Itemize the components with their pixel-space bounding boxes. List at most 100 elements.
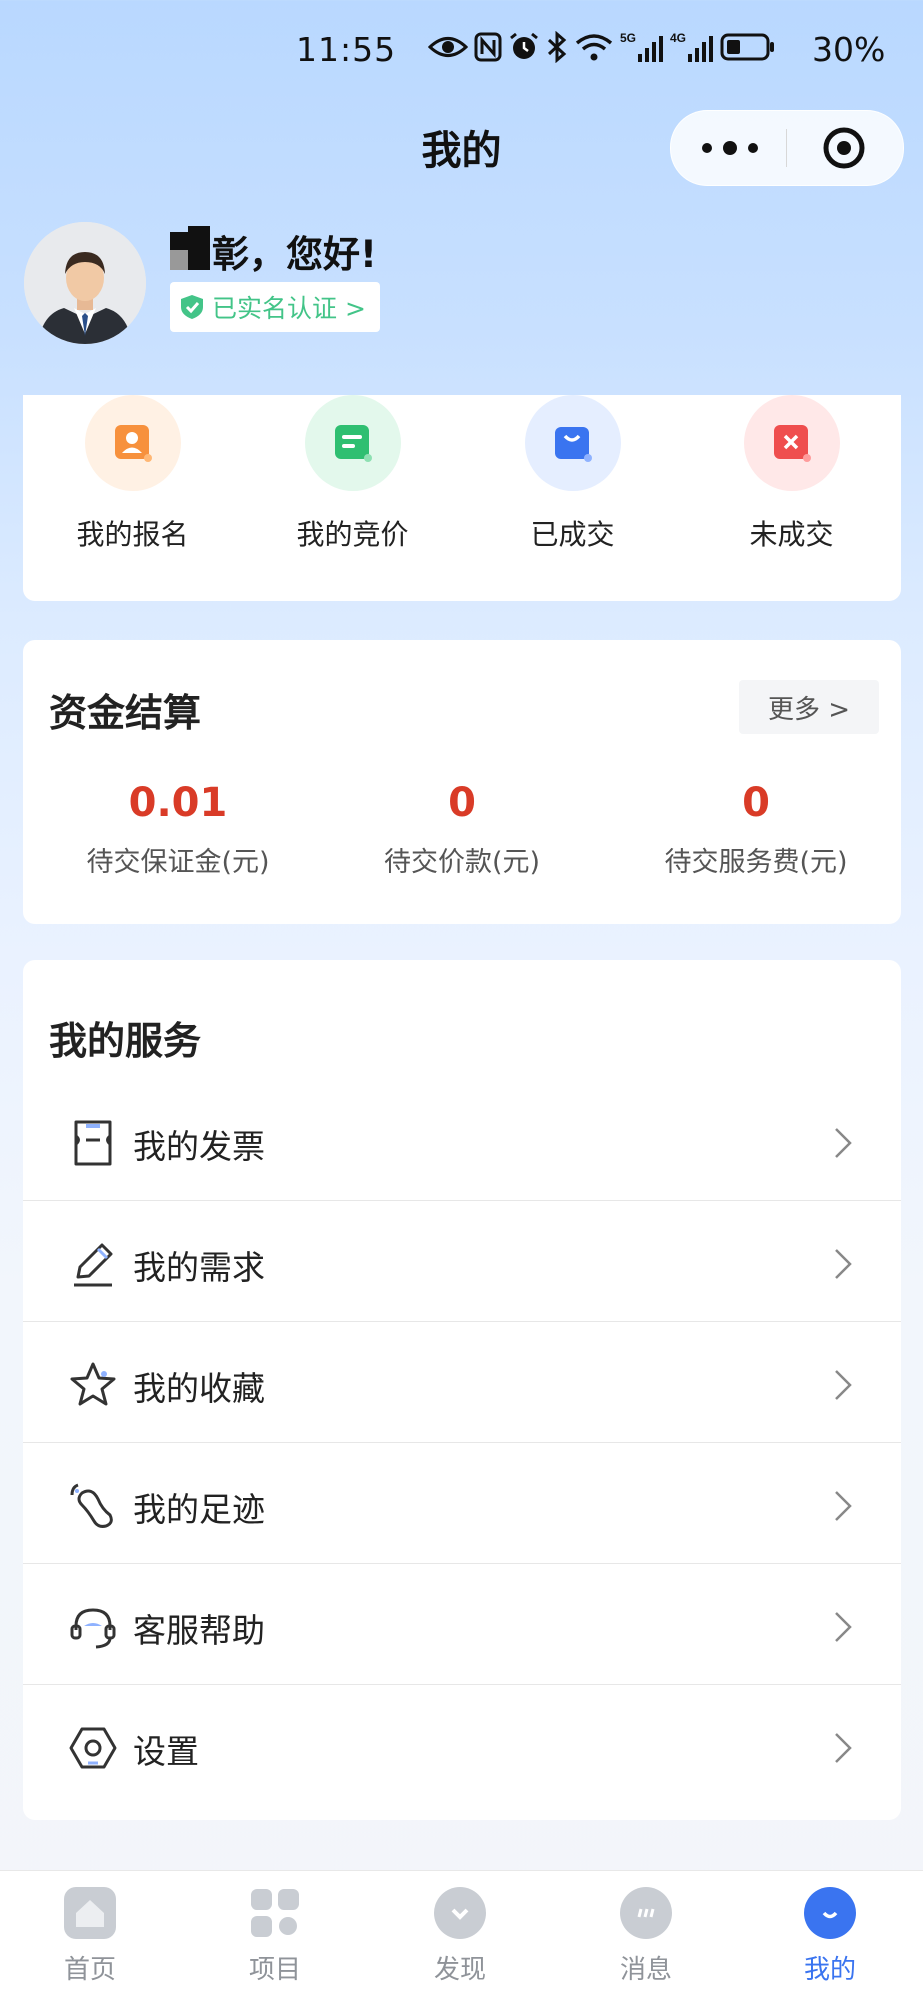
service-item-demand[interactable]: 我的需求: [23, 1201, 901, 1322]
discover-glyph: [451, 1908, 469, 1920]
tab-label: 发现: [433, 1955, 486, 1985]
signal-4g-icon: 4G: [670, 31, 713, 62]
discover-icon: [434, 1887, 486, 1939]
avatar[interactable]: [24, 222, 146, 344]
quick-deal-done[interactable]: 已成交: [463, 395, 682, 553]
tab-messages[interactable]: 消息: [586, 1887, 706, 1986]
deal-failed-icon: [773, 425, 811, 462]
alarm-icon: [510, 32, 538, 59]
signal-5g-icon: 5G: [620, 31, 663, 62]
quick-deal-failed[interactable]: 未成交: [682, 395, 901, 553]
service-label: 我的足迹: [133, 1490, 265, 1529]
more-menu-button[interactable]: [702, 135, 758, 161]
tab-projects[interactable]: 项目: [215, 1887, 335, 1986]
chevron-right-icon: [835, 1612, 852, 1642]
fund-value: 0.01: [128, 780, 228, 826]
chevron-right-icon: [835, 1733, 852, 1763]
deal-failed-icon-wrap: [743, 395, 840, 491]
quick-label: 未成交: [749, 518, 834, 551]
projects-icon: [249, 1887, 301, 1939]
dot-icon: [702, 143, 712, 153]
status-time: 11:55: [296, 30, 397, 69]
verified-shield-icon: [181, 295, 203, 319]
settings-icon: [69, 1727, 117, 1769]
profile-icon: [804, 1887, 856, 1939]
projects-glyph: [251, 1889, 299, 1937]
funds-more-button[interactable]: 更多 >: [739, 680, 879, 734]
verified-label: 已实名认证 >: [212, 294, 366, 323]
status-icons: 5G 4G: [428, 30, 776, 64]
service-item-settings[interactable]: 设置: [23, 1685, 901, 1806]
my-services-card: 我的服务 我的发票 我的需求 我的收藏 我的足迹 客服帮助 设置: [23, 960, 901, 1820]
home-glyph: [76, 1900, 104, 1927]
svg-text:4G: 4G: [670, 31, 686, 45]
footprint-icon: [70, 1483, 113, 1528]
star-icon: [70, 1362, 116, 1406]
funds-title: 资金结算: [49, 691, 202, 735]
quick-label: 已成交: [530, 518, 615, 551]
service-item-customer-help[interactable]: 客服帮助: [23, 1564, 901, 1685]
mini-program-capsule: [670, 110, 904, 186]
service-label: 客服帮助: [133, 1611, 265, 1650]
deal-done-icon-wrap: [524, 395, 621, 491]
name-redaction: [170, 226, 210, 270]
verified-badge[interactable]: 已实名认证 >: [170, 282, 380, 332]
fund-value: 0: [448, 780, 476, 826]
tab-label: 项目: [248, 1955, 301, 1985]
profile-glyph: [822, 1911, 838, 1919]
bidding-icon-wrap: [304, 395, 401, 491]
tab-profile[interactable]: 我的: [770, 1887, 890, 1986]
tab-label: 消息: [619, 1955, 672, 1985]
tab-label: 首页: [63, 1955, 116, 1985]
registration-icon-wrap: [84, 395, 181, 491]
service-item-footprint[interactable]: 我的足迹: [23, 1443, 901, 1564]
service-label: 设置: [133, 1732, 199, 1771]
quick-my-registration[interactable]: 我的报名: [23, 395, 242, 553]
message-glyph: [637, 1908, 655, 1918]
quick-my-bidding[interactable]: 我的竞价: [243, 395, 462, 553]
service-label: 我的发票: [133, 1127, 265, 1166]
chevron-right-icon: [835, 1370, 852, 1400]
battery-icon: [720, 33, 774, 61]
nfc-icon: [474, 32, 502, 62]
service-label: 我的需求: [133, 1248, 265, 1287]
edit-pen-icon: [74, 1243, 113, 1287]
funds-settlement-card: 资金结算 更多 > 0.01 待交保证金(元) 0 待交价款(元) 0 待交服务…: [23, 640, 901, 924]
quick-label: 我的竞价: [296, 518, 409, 551]
message-icon: [620, 1887, 672, 1939]
tab-discover[interactable]: 发现: [400, 1887, 520, 1986]
fund-label: 待交服务费(元): [664, 847, 848, 878]
services-title: 我的服务: [49, 1019, 202, 1063]
tab-home[interactable]: 首页: [30, 1887, 150, 1986]
deal-done-icon: [554, 427, 592, 462]
invoice-icon: [74, 1120, 112, 1166]
quick-label: 我的报名: [76, 518, 189, 551]
battery-percent: 30%: [812, 30, 886, 69]
fund-price[interactable]: 0 待交价款(元): [337, 780, 587, 879]
chevron-right-icon: [835, 1249, 852, 1279]
eye-icon: [428, 37, 468, 57]
service-item-invoice[interactable]: 我的发票: [23, 1080, 901, 1201]
fund-deposit[interactable]: 0.01 待交保证金(元): [53, 780, 303, 879]
chevron-right-icon: [835, 1491, 852, 1521]
order-status-card: 我的报名 我的竞价 已成交 未成交: [23, 395, 901, 601]
service-item-favorites[interactable]: 我的收藏: [23, 1322, 901, 1443]
fund-service-fee[interactable]: 0 待交服务费(元): [621, 780, 891, 879]
bidding-icon: [334, 425, 372, 462]
svg-text:5G: 5G: [620, 31, 636, 45]
home-icon: [64, 1887, 116, 1939]
service-label: 我的收藏: [133, 1369, 265, 1408]
capsule-divider: [786, 129, 787, 167]
tab-label: 我的: [803, 1955, 856, 1985]
dot-icon: [723, 141, 737, 155]
close-target-icon[interactable]: [823, 127, 865, 169]
chevron-right-icon: [835, 1128, 852, 1158]
avatar-image: [24, 222, 146, 344]
headset-icon: [70, 1608, 116, 1649]
fund-label: 待交价款(元): [383, 847, 541, 878]
user-greeting: 彰，您好!: [212, 233, 377, 276]
status-bar: 11:55 5G 4G 30%: [0, 0, 923, 100]
fund-label: 待交保证金(元): [86, 847, 270, 878]
dot-icon: [748, 143, 758, 153]
bluetooth-icon: [547, 31, 567, 63]
